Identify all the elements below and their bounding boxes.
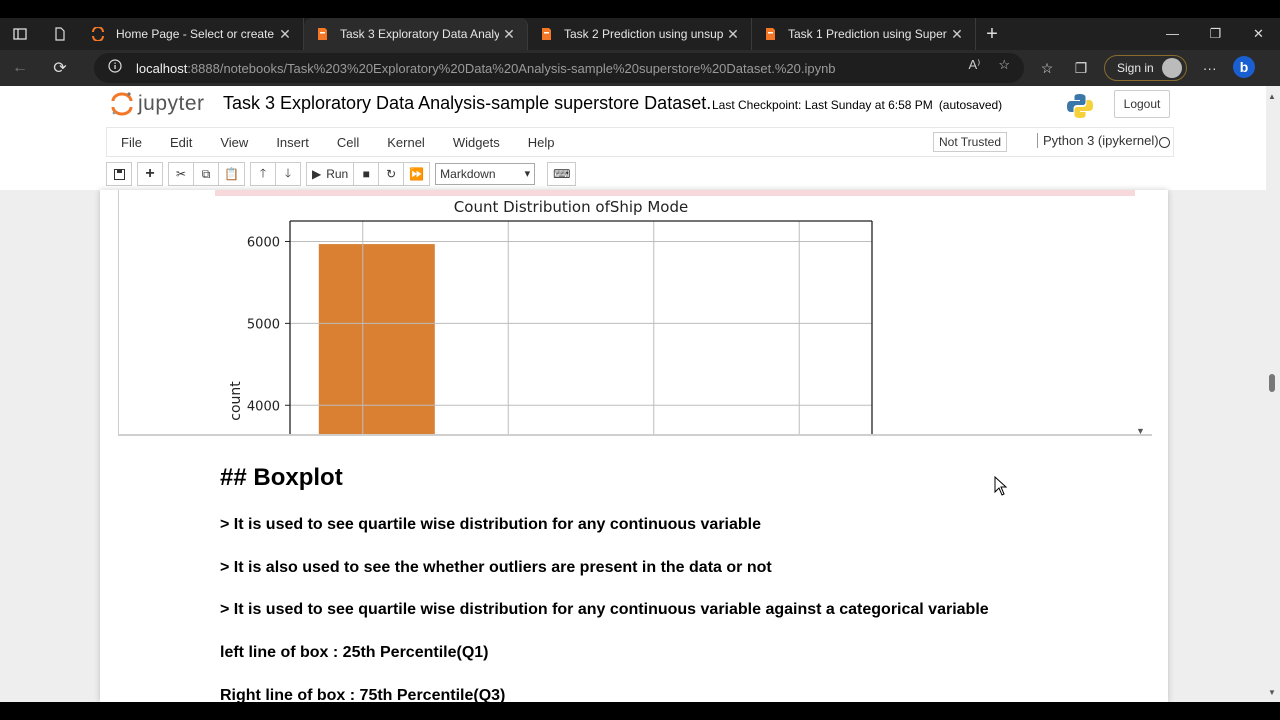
address-bar-row: ← ⟳ localhost:8888/notebooks/Task%203%20… [0, 50, 1280, 86]
add-favorite-icon[interactable]: ☆ [998, 57, 1010, 73]
markdown-line: > It is used to see quartile wise distri… [220, 516, 761, 533]
kernel-name[interactable]: Python 3 (ipykernel) [1037, 133, 1159, 148]
window-controls: — ❐ ✕ [1151, 18, 1280, 50]
restart-icon[interactable]: ↻ [378, 162, 405, 186]
markdown-line: left line of box : 25th Percentile(Q1) [220, 644, 489, 661]
trust-button[interactable]: Not Trusted [933, 132, 1008, 152]
minimize-icon[interactable]: — [1151, 18, 1194, 50]
workspaces-icon[interactable] [40, 18, 80, 50]
collections-icon[interactable]: ❐ [1064, 60, 1098, 77]
info-icon[interactable] [108, 58, 122, 78]
page-scrollbar[interactable]: ▲ ▼ [1266, 86, 1280, 702]
notebook-favicon-icon [314, 26, 330, 42]
python-logo-icon [1066, 92, 1094, 125]
cut-icon[interactable]: ✂ [168, 162, 194, 186]
y-tick-label: 4000 [247, 399, 280, 414]
save-icon[interactable] [106, 162, 132, 186]
read-aloud-icon[interactable]: A⁾ [968, 57, 980, 73]
close-tab-icon[interactable]: ✕ [723, 26, 743, 43]
interrupt-icon[interactable]: ■ [353, 162, 380, 186]
notebook-favicon-icon [762, 26, 778, 42]
kernel-idle-indicator-icon [1159, 137, 1170, 148]
scrollbar-thumb[interactable] [1269, 374, 1275, 392]
y-tick-label: 5000 [247, 317, 280, 332]
cell-type-select[interactable]: Markdown [435, 163, 536, 185]
markdown-line: > It is also used to see the whether out… [220, 559, 772, 576]
run-button[interactable]: ▶ Run [305, 162, 355, 186]
notebook-container: Count Distribution ofShip Mode3000400050… [100, 190, 1168, 702]
scroll-up-icon[interactable]: ▲ [1268, 92, 1276, 101]
menu-help[interactable]: Help [514, 135, 569, 150]
y-tick-label: 6000 [247, 235, 280, 250]
close-tab-icon[interactable]: ✕ [947, 26, 967, 43]
markdown-line: Right line of box : 75th Percentile(Q3) [220, 687, 506, 702]
move-up-icon[interactable]: 🡑 [249, 162, 276, 186]
tab-task2[interactable]: Task 2 Prediction using unsuperv ✕ [528, 18, 752, 50]
restart-run-all-icon[interactable]: ⏩ [403, 162, 431, 186]
play-icon: ▶ [311, 167, 322, 181]
logout-button[interactable]: Logout [1114, 90, 1170, 118]
markdown-heading: ## Boxplot [220, 464, 343, 491]
tab-home-page[interactable]: Home Page - Select or create a n ✕ [80, 18, 304, 50]
more-options-icon[interactable]: ··· [1193, 60, 1227, 76]
browser-tab-bar: Home Page - Select or create a n ✕ Task … [0, 18, 1280, 50]
tab-title: Task 3 Exploratory Data Analysis- [340, 27, 499, 41]
command-palette-icon[interactable]: ⌨ [547, 162, 577, 186]
notebook-toolbar: + ✂ ⧉ 📋 🡑 🡓 ▶Run ■ ↻ ⏩ Markdown ⌨ [106, 162, 577, 186]
jupyter-logo[interactable]: jupyter [110, 91, 205, 117]
close-tab-icon[interactable]: ✕ [275, 26, 295, 43]
avatar-icon [1161, 58, 1182, 78]
copy-icon[interactable]: ⧉ [193, 162, 219, 186]
menu-widgets[interactable]: Widgets [439, 135, 514, 150]
tab-task1[interactable]: Task 1 Prediction using Supervise ✕ [752, 18, 976, 50]
tab-actions-icon[interactable] [0, 18, 40, 50]
markdown-line: > It is used to see quartile wise distri… [220, 601, 989, 618]
tab-title: Task 2 Prediction using unsuperv [564, 27, 723, 41]
close-tab-icon[interactable]: ✕ [499, 26, 519, 43]
jupyter-header: jupyter Task 3 Exploratory Data Analysis… [0, 86, 1280, 190]
svg-text:b: b [1239, 59, 1248, 75]
menu-kernel[interactable]: Kernel [373, 135, 439, 150]
insert-cell-icon[interactable]: + [137, 162, 163, 186]
notebook-favicon-icon [538, 26, 554, 42]
tab-title: Home Page - Select or create a n [116, 27, 275, 41]
restore-icon[interactable]: ❐ [1194, 18, 1237, 50]
new-tab-icon[interactable]: + [976, 23, 1008, 46]
menu-insert[interactable]: Insert [262, 135, 323, 150]
mouse-cursor-icon [994, 475, 1008, 501]
page-content: jupyter Task 3 Exploratory Data Analysis… [0, 86, 1280, 702]
favorites-icon[interactable]: ☆ [1030, 60, 1064, 77]
bing-copilot-icon[interactable]: b [1227, 55, 1261, 82]
refresh-icon[interactable]: ⟳ [40, 50, 80, 86]
url-text: localhost:8888/notebooks/Task%203%20Expl… [136, 60, 836, 76]
bar [318, 244, 435, 434]
scroll-down-icon[interactable]: ▼ [1268, 688, 1276, 697]
count-plot: Count Distribution ofShip Mode3000400050… [228, 198, 873, 434]
notebook-title[interactable]: Task 3 Exploratory Data Analysis-sample … [223, 93, 711, 114]
chart-title: Count Distribution ofShip Mode [454, 198, 688, 216]
tab-task3[interactable]: Task 3 Exploratory Data Analysis- ✕ [304, 18, 528, 50]
menu-edit[interactable]: Edit [156, 135, 206, 150]
jupyter-favicon-icon [90, 26, 106, 42]
menu-cell[interactable]: Cell [323, 135, 373, 150]
output-area[interactable]: Count Distribution ofShip Mode3000400050… [118, 190, 1152, 436]
jupyter-logo-icon [111, 92, 133, 116]
close-window-icon[interactable]: ✕ [1237, 18, 1280, 50]
checkpoint-status: Last Checkpoint: Last Sunday at 6:58 PM(… [712, 98, 1003, 112]
paste-icon[interactable]: 📋 [218, 162, 245, 186]
menu-file[interactable]: File [107, 135, 156, 150]
tab-title: Task 1 Prediction using Supervise [788, 27, 947, 41]
output-scroll-down-icon[interactable]: ▼ [1136, 426, 1145, 436]
y-axis-label: count [228, 381, 244, 421]
back-icon[interactable]: ← [0, 50, 40, 86]
url-field[interactable]: localhost:8888/notebooks/Task%203%20Expl… [94, 53, 1024, 83]
sign-in-button[interactable]: Sign in [1104, 55, 1187, 81]
menu-view[interactable]: View [206, 135, 262, 150]
menu-bar: File Edit View Insert Cell Kernel Widget… [106, 127, 1174, 157]
move-down-icon[interactable]: 🡓 [274, 162, 301, 186]
